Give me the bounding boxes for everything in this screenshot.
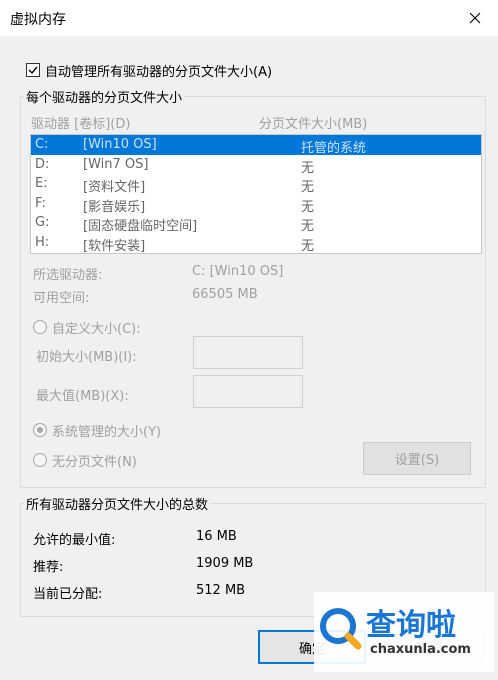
drive-row[interactable]: H: [软件安装] 无 [31, 233, 481, 253]
drive-row[interactable]: E: [资料文件] 无 [31, 174, 481, 195]
custom-size-label[interactable]: 自定义大小(C): [52, 318, 141, 337]
dialog-body: 自动管理所有驱动器的分页文件大小(A) 每个驱动器的分页文件大小 驱动器 [卷标… [0, 36, 498, 680]
drive-list[interactable]: C: [Win10 OS] 托管的系统 D: [Win7 OS] 无 E: [资… [30, 134, 482, 254]
selected-drive-label: 所选驱动器: [33, 268, 103, 283]
allocated-value: 512 MB [196, 583, 246, 598]
checkmark-icon [28, 66, 38, 75]
selected-drive-value: C: [Win10 OS] [192, 264, 284, 279]
drive-row[interactable]: D: [Win7 OS] 无 [31, 155, 481, 176]
close-icon [469, 12, 481, 24]
no-paging-radio[interactable] [33, 453, 47, 467]
initial-size-label: 初始大小(MB)(I): [36, 350, 137, 365]
drive-row[interactable]: F: [影音娱乐] 无 [31, 194, 481, 215]
min-size-label: 允许的最小值: [33, 533, 116, 548]
custom-size-radio[interactable] [33, 320, 47, 334]
max-size-input[interactable] [193, 375, 303, 408]
free-space-value: 66505 MB [192, 287, 258, 302]
watermark-brand: 查询啦 [366, 608, 456, 643]
auto-manage-checkbox[interactable] [26, 63, 40, 77]
system-managed-label[interactable]: 系统管理的大小(Y) [52, 421, 161, 440]
set-button[interactable]: 设置(S) [363, 442, 471, 475]
col-header-drive: 驱动器 [卷标](D) [31, 117, 131, 132]
no-paging-label[interactable]: 无分页文件(N) [52, 451, 137, 470]
close-button[interactable] [452, 0, 498, 36]
total-legend: 所有驱动器分页文件大小的总数 [24, 494, 211, 513]
title-bar: 虚拟内存 [0, 0, 498, 36]
max-size-label: 最大值(MB)(X): [36, 389, 129, 404]
recommended-label: 推荐: [33, 560, 64, 575]
recommended-value: 1909 MB [196, 556, 254, 571]
system-managed-radio[interactable] [33, 423, 47, 437]
min-size-value: 16 MB [196, 529, 237, 544]
allocated-label: 当前已分配: [33, 587, 103, 602]
col-header-size: 分页文件大小(MB) [259, 117, 368, 132]
auto-manage-label[interactable]: 自动管理所有驱动器的分页文件大小(A) [45, 61, 272, 80]
per-drive-legend: 每个驱动器的分页文件大小 [24, 87, 185, 106]
watermark-url: chaxunla.com [370, 642, 471, 657]
free-space-label: 可用空间: [33, 291, 90, 306]
initial-size-input[interactable] [193, 336, 303, 369]
drive-row[interactable]: G: [固态硬盘临时空间] 无 [31, 213, 481, 234]
drive-row[interactable]: C: [Win10 OS] 托管的系统 [31, 135, 481, 156]
window-title: 虚拟内存 [10, 12, 66, 28]
search-logo-icon [320, 608, 362, 650]
watermark: 查询啦 chaxunla.com [314, 592, 494, 672]
